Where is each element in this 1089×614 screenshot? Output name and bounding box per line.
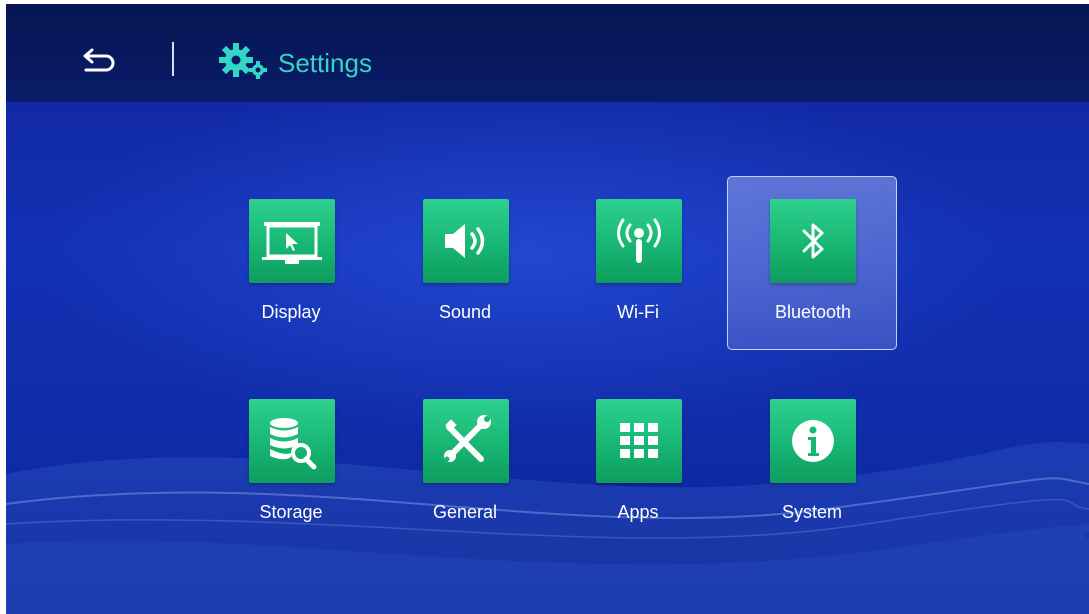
header-bar: Settings [6, 4, 1089, 102]
database-search-icon [270, 418, 317, 470]
projector-screen-icon [262, 222, 322, 264]
page-title: Settings [278, 48, 372, 78]
general-tile-icon [423, 399, 509, 483]
tile-label: Storage [259, 502, 323, 522]
bluetooth-tile-icon [770, 199, 856, 283]
wifi-antenna-icon [617, 218, 661, 263]
speaker-icon [445, 224, 485, 258]
tile-label: General [432, 502, 498, 522]
header-divider [172, 42, 174, 76]
tile-storage[interactable]: Storage [206, 376, 376, 550]
system-tile-icon [770, 399, 856, 483]
tile-label: System [781, 502, 842, 522]
tile-system[interactable]: System [727, 376, 897, 550]
storage-tile-icon [249, 399, 335, 483]
tile-general[interactable]: General [380, 376, 550, 550]
info-icon [792, 420, 834, 462]
apps-tile-icon [596, 399, 682, 483]
tile-label: Wi-Fi [617, 302, 659, 322]
back-button[interactable] [80, 44, 120, 78]
tools-icon [444, 415, 491, 462]
apps-grid-icon [620, 423, 658, 458]
tile-label: Display [261, 302, 321, 322]
bluetooth-icon [802, 223, 824, 259]
back-arrow-icon [83, 48, 115, 72]
tile-wifi[interactable]: Wi-Fi [553, 176, 723, 350]
tile-label: Apps [617, 502, 659, 522]
tile-label: Bluetooth [774, 302, 852, 322]
gears-icon [219, 43, 267, 79]
sound-tile-icon [423, 199, 509, 283]
tile-sound[interactable]: Sound [380, 176, 550, 350]
wifi-tile-icon [596, 199, 682, 283]
tile-apps[interactable]: Apps [553, 376, 723, 550]
tile-bluetooth[interactable]: Bluetooth [727, 176, 897, 350]
tile-label: Sound [438, 302, 492, 322]
settings-screen: Settings Display Sound Wi-Fi Bluetooth S… [6, 4, 1089, 614]
tile-display[interactable]: Display [206, 176, 376, 350]
display-tile-icon [249, 199, 335, 283]
